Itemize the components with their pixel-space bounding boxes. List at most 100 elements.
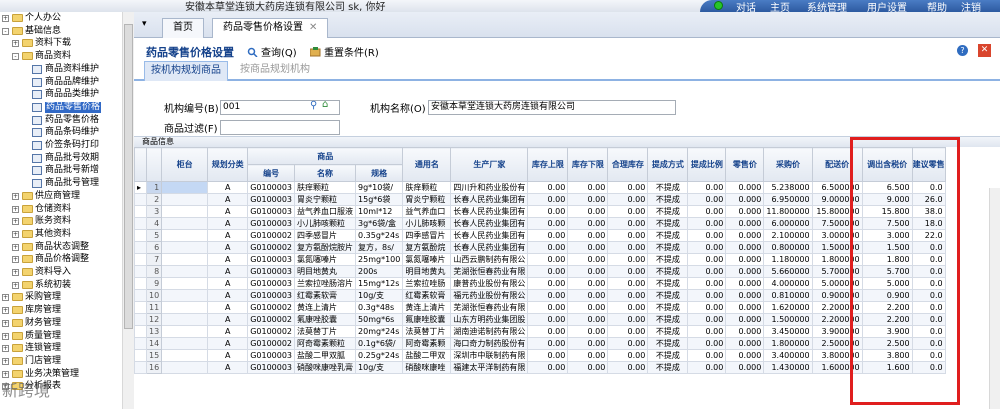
cell-shelf[interactable]: [161, 181, 209, 194]
cell-commission-ratio[interactable]: 0.00: [687, 181, 727, 194]
cell-delivery-price[interactable]: 1.600000: [811, 361, 863, 374]
cell-reasonable-stock[interactable]: 0.00: [607, 349, 649, 362]
cell-plan-class[interactable]: A: [207, 241, 249, 254]
row-indicator[interactable]: [134, 253, 147, 266]
cell-code[interactable]: G0100003: [247, 217, 296, 230]
cell-suggested-retail[interactable]: 0.0: [911, 361, 946, 374]
cell-code[interactable]: G0100002: [247, 229, 296, 242]
table-row[interactable]: 9 A G0100003 兰索拉唑肠溶片 15mg*12s 兰索拉唑肠 康普药业股份有限公 0…: [134, 277, 946, 290]
row-number[interactable]: 3: [145, 205, 163, 218]
cell-stock-min[interactable]: 0.00: [567, 361, 609, 374]
table-row[interactable]: ▸ 1 A G0100003 肤痒颗粒 9g*10袋/肤痒颗粒 四川升和药业股份有 0.00 0…: [134, 181, 946, 194]
col-stock-max[interactable]: 库存上限: [527, 147, 569, 182]
cell-suggested-retail[interactable]: 0.0: [911, 337, 946, 350]
expand-icon[interactable]: +: [2, 345, 9, 353]
cell-retail-price[interactable]: 0.000: [725, 337, 765, 350]
cell-stock-max[interactable]: 0.00: [527, 277, 569, 290]
cell-reasonable-stock[interactable]: 0.00: [607, 217, 649, 230]
nav-logout[interactable]: 注销: [961, 0, 981, 12]
cell-stock-min[interactable]: 0.00: [567, 337, 609, 350]
cell-delivery-price[interactable]: 1.800000: [811, 253, 863, 266]
product-filter-input[interactable]: [220, 120, 340, 135]
cell-plan-class[interactable]: A: [207, 313, 249, 326]
cell-purchase-price[interactable]: 1.620000: [763, 301, 813, 314]
cell-purchase-price[interactable]: 0.800000: [763, 241, 813, 254]
nav-help[interactable]: 帮助: [927, 0, 947, 12]
table-row[interactable]: 2 A G0100003 胃炎宁颗粒 15g*6袋 胃炎宁颗粒 长春人民药业集团有 0.00 0…: [134, 193, 946, 206]
cell-name[interactable]: 盐酸二甲双胍: [294, 349, 357, 362]
cell-shelf[interactable]: [161, 325, 209, 338]
cell-commission-ratio[interactable]: 0.00: [687, 217, 727, 230]
table-row[interactable]: 4 A G0100003 小儿肺咳颗粒 3g*6袋/盒 小儿肺咳颗 长春人民药业集团有 0.0…: [134, 217, 946, 230]
cell-delivery-price[interactable]: 5.700000: [811, 265, 863, 278]
cell-reasonable-stock[interactable]: 0.00: [607, 205, 649, 218]
cell-code[interactable]: G0100003: [247, 205, 296, 218]
cell-commission-method[interactable]: 不提成: [647, 277, 689, 290]
cell-manufacturer[interactable]: 长春人民药业集团有: [450, 229, 529, 242]
cell-transfer-tax-price[interactable]: 0.900: [861, 289, 913, 302]
cell-generic-name[interactable]: 益气养血口: [402, 205, 452, 218]
current-row-arrow-icon[interactable]: ▸: [134, 181, 147, 194]
cell-name[interactable]: 四季感冒片: [294, 229, 357, 242]
cell-plan-class[interactable]: A: [207, 193, 249, 206]
cell-spec[interactable]: 10ml*12: [355, 205, 404, 218]
cell-shelf[interactable]: [161, 241, 209, 254]
cell-manufacturer[interactable]: 长春人民药业集团有: [450, 193, 529, 206]
expand-icon[interactable]: +: [2, 357, 9, 365]
cell-commission-ratio[interactable]: 0.00: [687, 253, 727, 266]
cell-transfer-tax-price[interactable]: 15.800: [861, 205, 913, 218]
query-button[interactable]: 查询(Q): [247, 44, 297, 59]
cell-commission-method[interactable]: 不提成: [647, 253, 689, 266]
cell-retail-price[interactable]: 0.000: [725, 289, 765, 302]
cell-manufacturer[interactable]: 湖南迪诺制药有限公: [450, 325, 529, 338]
cell-transfer-tax-price[interactable]: 1.600: [861, 361, 913, 374]
cell-stock-min[interactable]: 0.00: [567, 349, 609, 362]
cell-transfer-tax-price[interactable]: 3.000: [861, 229, 913, 242]
cell-commission-ratio[interactable]: 0.00: [687, 265, 727, 278]
cell-delivery-price[interactable]: 6.500000: [811, 181, 863, 194]
cell-transfer-tax-price[interactable]: 1.500: [861, 241, 913, 254]
cell-suggested-retail[interactable]: 38.0: [911, 205, 946, 218]
tab-by-org[interactable]: 按机构规划商品: [144, 61, 228, 81]
cell-retail-price[interactable]: 0.000: [725, 241, 765, 254]
cell-commission-method[interactable]: 不提成: [647, 337, 689, 350]
cell-code[interactable]: G0100003: [247, 265, 296, 278]
cell-code[interactable]: G0100002: [247, 325, 296, 338]
row-number[interactable]: 4: [145, 217, 163, 230]
cell-generic-name[interactable]: 法莫替丁片: [402, 325, 452, 338]
collapse-icon[interactable]: -: [2, 27, 9, 35]
cell-spec[interactable]: 200s: [355, 265, 404, 278]
cell-code[interactable]: G0100003: [247, 253, 296, 266]
cell-name[interactable]: 法莫替丁片: [294, 325, 357, 338]
cell-generic-name[interactable]: 氯氮噻嗪片: [402, 253, 452, 266]
cell-stock-max[interactable]: 0.00: [527, 193, 569, 206]
cell-suggested-retail[interactable]: 26.0: [911, 193, 946, 206]
cell-plan-class[interactable]: A: [207, 325, 249, 338]
org-name-input[interactable]: 安徽本草堂连锁大药房连锁有限公司: [428, 100, 676, 115]
row-number[interactable]: 9: [145, 277, 163, 290]
cell-code[interactable]: G0100003: [247, 181, 296, 194]
cell-plan-class[interactable]: A: [207, 253, 249, 266]
cell-spec[interactable]: 0.35g*24s: [355, 229, 404, 242]
cell-suggested-retail[interactable]: 0.0: [911, 181, 946, 194]
cell-code[interactable]: G0100002: [247, 337, 296, 350]
cell-transfer-tax-price[interactable]: 3.900: [861, 325, 913, 338]
cell-commission-method[interactable]: 不提成: [647, 217, 689, 230]
cell-delivery-price[interactable]: 2.200000: [811, 301, 863, 314]
cell-shelf[interactable]: [161, 361, 209, 374]
cell-code[interactable]: G0100003: [247, 361, 296, 374]
cell-suggested-retail[interactable]: 22.0: [911, 229, 946, 242]
cell-suggested-retail[interactable]: 0.0: [911, 253, 946, 266]
cell-stock-max[interactable]: 0.00: [527, 325, 569, 338]
cell-transfer-tax-price[interactable]: 2.200: [861, 301, 913, 314]
cell-retail-price[interactable]: 0.000: [725, 325, 765, 338]
cell-plan-class[interactable]: A: [207, 217, 249, 230]
row-indicator[interactable]: [134, 229, 147, 242]
col-purchase-price[interactable]: 采购价: [763, 147, 813, 182]
cell-name[interactable]: 兰索拉唑肠溶片: [294, 277, 357, 290]
cell-name[interactable]: 复方氨酚烷胺片: [294, 241, 357, 254]
close-icon[interactable]: ✕: [978, 44, 991, 57]
row-indicator[interactable]: [134, 337, 147, 350]
cell-purchase-price[interactable]: 1.180000: [763, 253, 813, 266]
cell-suggested-retail[interactable]: 18.0: [911, 217, 946, 230]
